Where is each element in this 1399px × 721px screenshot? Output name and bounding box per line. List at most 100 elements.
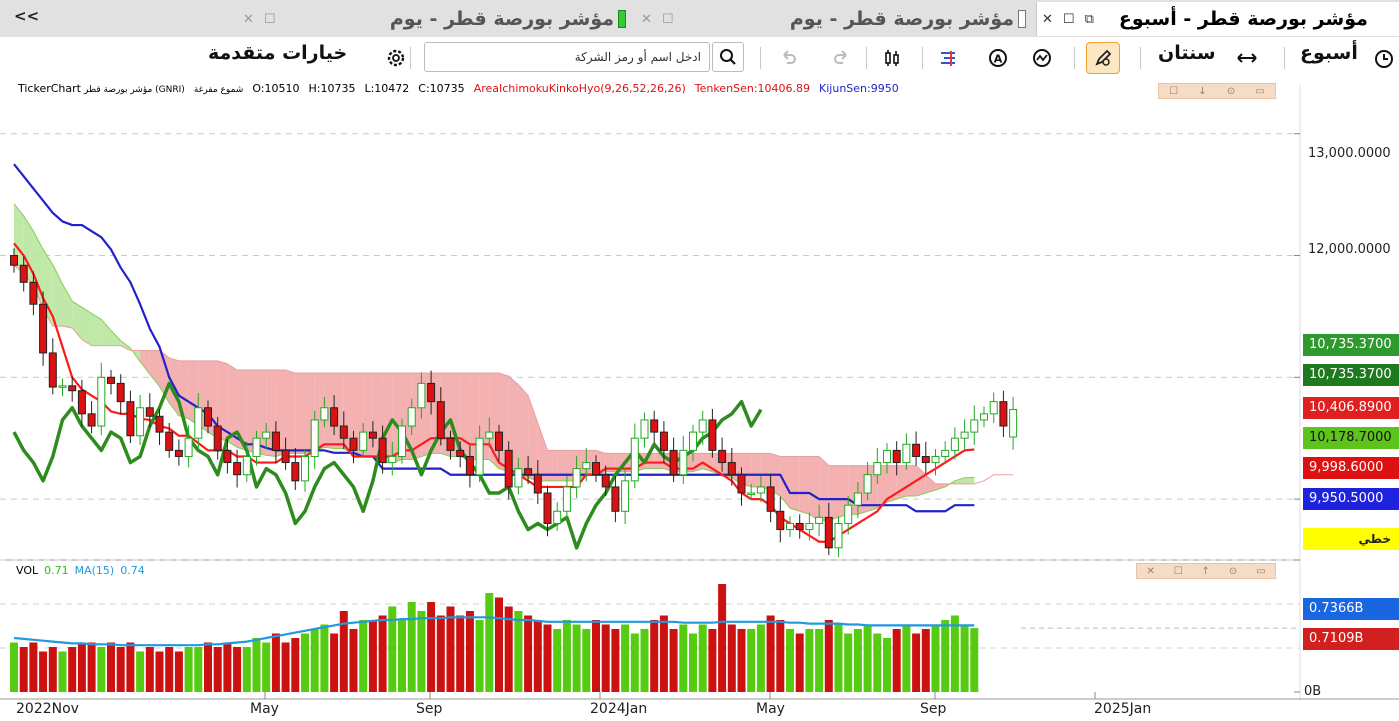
close-icon[interactable]: ✕: [641, 12, 652, 27]
symbol-name: مؤشر بورصة قطر (GNRI): [83, 85, 185, 95]
auto-scale-icon[interactable]: A: [986, 46, 1010, 70]
candle-down: [271, 431, 280, 451]
ichimoku-cloud-segment: [896, 465, 907, 500]
price-chart[interactable]: [0, 0, 1399, 721]
candle-up: [747, 492, 756, 496]
candle-up: [485, 431, 494, 439]
senkou-span-b-line: [13, 264, 1014, 485]
maximize-icon[interactable]: ☐: [1174, 566, 1183, 577]
volume-bar: [970, 628, 979, 692]
search-button[interactable]: [712, 42, 744, 72]
close-icon[interactable]: ✕: [1146, 566, 1154, 577]
candle-down: [165, 431, 174, 451]
candle-up: [252, 437, 261, 457]
move-up-icon[interactable]: ↑: [1202, 566, 1210, 577]
ichimoku-cloud-segment: [246, 370, 257, 454]
close-icon[interactable]: ✕: [1042, 12, 1053, 27]
more-icon[interactable]: ▭: [1255, 86, 1264, 97]
tab-qe-daily-1[interactable]: ✕ ☐ مؤشر بورصة قطر - يوم: [238, 2, 632, 36]
candle-down: [87, 413, 96, 427]
range-arrows-icon[interactable]: [1235, 46, 1259, 70]
ichimoku-cloud-segment: [499, 373, 509, 472]
candle-up: [262, 431, 271, 439]
compare-lines-icon[interactable]: [936, 46, 960, 70]
ichimoku-cloud-segment: [14, 203, 24, 274]
tab-qe-daily-2[interactable]: ✕ ☐ مؤشر بورصة قطر - يوم: [636, 2, 1032, 36]
candle-style-icon[interactable]: [880, 46, 904, 70]
detach-window-icon[interactable]: ⧉: [1085, 12, 1094, 27]
separator: [1140, 47, 1141, 69]
settings-icon[interactable]: ⊙: [1229, 566, 1237, 577]
ichimoku-cloud-segment: [702, 453, 713, 472]
candle-down: [330, 407, 339, 427]
restore-window-icon[interactable]: ☐: [264, 12, 276, 27]
period-selector[interactable]: أسبوع: [1300, 42, 1358, 64]
maximize-icon[interactable]: ☐: [1169, 86, 1178, 97]
volume-bar: [815, 629, 824, 692]
ichimoku-cloud-segment: [421, 373, 432, 457]
volume-legend: VOL 0.71 MA(15) 0.74: [16, 564, 151, 577]
volume-bar: [766, 615, 775, 692]
range-selector[interactable]: سنتان: [1158, 42, 1216, 64]
candle-down: [659, 431, 668, 451]
restore-window-icon[interactable]: ☐: [1063, 12, 1075, 27]
settings-icon[interactable]: ⊙: [1227, 86, 1235, 97]
volume-bar: [165, 647, 174, 692]
candle-up: [320, 407, 329, 421]
kijun-sen-line: [13, 163, 975, 513]
ichimoku-cloud-segment: [169, 357, 179, 416]
candle-down: [10, 255, 18, 266]
volume-bar: [805, 629, 814, 692]
candle-up: [786, 522, 794, 531]
candle-up: [853, 492, 862, 506]
more-icon[interactable]: ▭: [1256, 566, 1265, 577]
advanced-options-button[interactable]: خيارات متقدمة: [208, 42, 347, 64]
clock-icon[interactable]: [1372, 47, 1396, 71]
gear-icon[interactable]: [384, 46, 408, 70]
volume-bar: [456, 615, 465, 692]
candle-up: [689, 431, 697, 451]
price-label-tenkan: 10,406.8900: [1303, 397, 1399, 419]
candle-up: [1009, 409, 1018, 438]
candle-down: [29, 281, 38, 305]
candle-down: [766, 486, 775, 512]
volume-bar: [145, 647, 154, 692]
candle-down: [368, 431, 377, 439]
drawing-tools-button[interactable]: [1086, 42, 1120, 74]
volume-bar: [931, 624, 940, 692]
candle-up: [756, 486, 765, 494]
indicator-wave-icon[interactable]: [1030, 46, 1054, 70]
volume-bar: [116, 647, 125, 692]
volume-bar: [592, 620, 600, 692]
candle-down: [19, 264, 28, 283]
candle-up: [805, 522, 814, 531]
tenkan-sen-line: [13, 242, 975, 543]
high-value: H:10735: [308, 82, 356, 95]
volume-bar: [174, 651, 183, 692]
volume-bar: [747, 629, 756, 692]
scale-type-button[interactable]: خطي: [1303, 528, 1399, 550]
candle-down: [48, 352, 57, 388]
candle-down: [155, 415, 164, 433]
pencil-icon: [1095, 49, 1112, 66]
volume-bar: [29, 642, 38, 692]
symbol-search-input[interactable]: ادخل اسم أو رمز الشركة: [424, 42, 710, 72]
ichimoku-cloud-segment: [91, 313, 102, 346]
close-icon[interactable]: ✕: [243, 12, 254, 27]
candle-down: [349, 437, 358, 451]
move-down-icon[interactable]: ↓: [1198, 86, 1206, 97]
candle-down: [824, 516, 833, 549]
tab-scroll-button[interactable]: <<: [14, 7, 39, 25]
candle-down: [339, 425, 348, 439]
ichimoku-cloud-segment: [925, 474, 936, 494]
undo-icon[interactable]: [777, 46, 801, 70]
ichimoku-cloud-segment: [149, 350, 160, 387]
ichimoku-cloud-segment: [469, 373, 480, 460]
candle-down: [174, 449, 183, 457]
redo-icon[interactable]: [829, 46, 853, 70]
volume-bar: [902, 624, 911, 692]
tab-title: مؤشر بورصة قطر - يوم: [789, 8, 1014, 30]
volume-bar: [824, 620, 833, 692]
tab-qe-weekly[interactable]: ✕ ☐ ⧉ مؤشر بورصة قطر - أسبوع: [1036, 2, 1399, 36]
restore-window-icon[interactable]: ☐: [662, 12, 674, 27]
